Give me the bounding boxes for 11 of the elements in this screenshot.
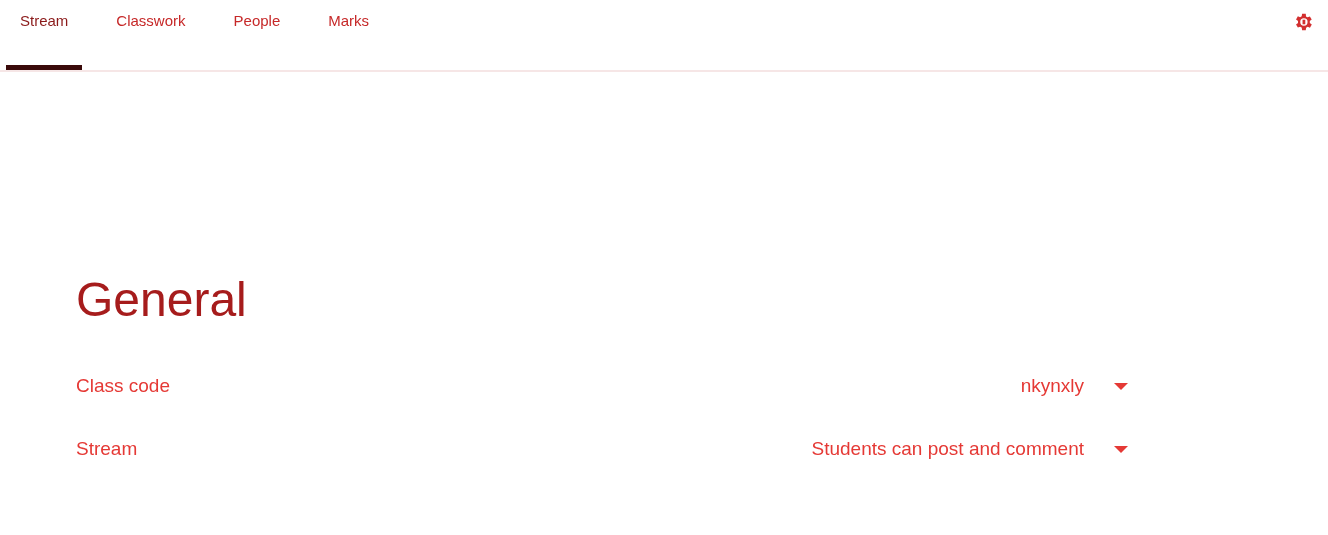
setting-dropdown[interactable]: nkynxly [1020, 375, 1128, 397]
tab[interactable]: People [219, 0, 295, 70]
tab[interactable]: Stream [6, 0, 83, 70]
caret-icon [1114, 382, 1128, 390]
setting-label: Stream [76, 438, 138, 460]
setting-dropdown[interactable]: Students can post and comment [811, 438, 1128, 460]
section-title: General [76, 272, 248, 327]
caret-icon [1114, 445, 1128, 453]
tab[interactable]: Classwork [102, 0, 200, 70]
setting-label: Class code [76, 375, 170, 397]
tab[interactable]: Marks [314, 0, 384, 70]
